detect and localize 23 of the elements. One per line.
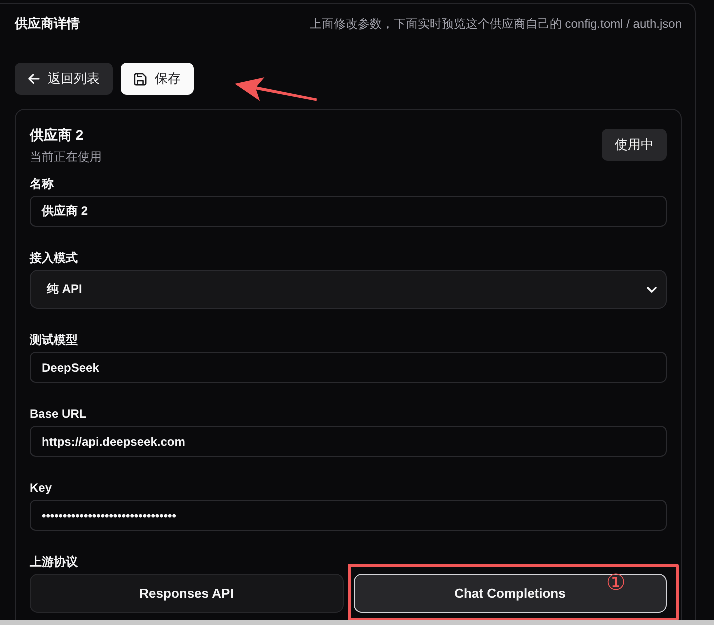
field-label: Key [30, 480, 54, 496]
protocol-option[interactable]: Responses API [30, 574, 344, 613]
back-button[interactable]: 返回列表 [15, 63, 113, 95]
input-field[interactable]: 供应商 2 [30, 196, 667, 227]
input-field[interactable]: https://api.deepseek.com [30, 426, 667, 457]
save-button[interactable]: 保存 [121, 63, 194, 95]
provider-status: 当前正在使用 [30, 149, 102, 165]
field-label: 名称 [30, 176, 55, 192]
input-field[interactable]: DeepSeek [30, 352, 667, 383]
field-label: Base URL [30, 406, 88, 422]
field-label: 接入模式 [30, 250, 79, 266]
select-field[interactable]: 纯 API [30, 270, 667, 309]
input-field[interactable]: •••••••••••••••••••••••••••••••• [30, 500, 667, 531]
arrow-left-icon [28, 73, 40, 85]
chevron-down-icon [647, 286, 657, 292]
provider-name: 供应商 2 [30, 126, 85, 144]
callout-number: ① [606, 571, 626, 597]
field-label: 上游协议 [30, 554, 79, 570]
field-label: 测试模型 [30, 332, 79, 348]
in-use-button[interactable]: 使用中 [602, 129, 667, 161]
panel-title: 供应商详情 [15, 16, 80, 32]
panel-hint: 上面修改参数，下面实时预览这个供应商自己的 config.toml / auth.json [310, 16, 682, 32]
floppy-disk-icon [134, 72, 147, 86]
